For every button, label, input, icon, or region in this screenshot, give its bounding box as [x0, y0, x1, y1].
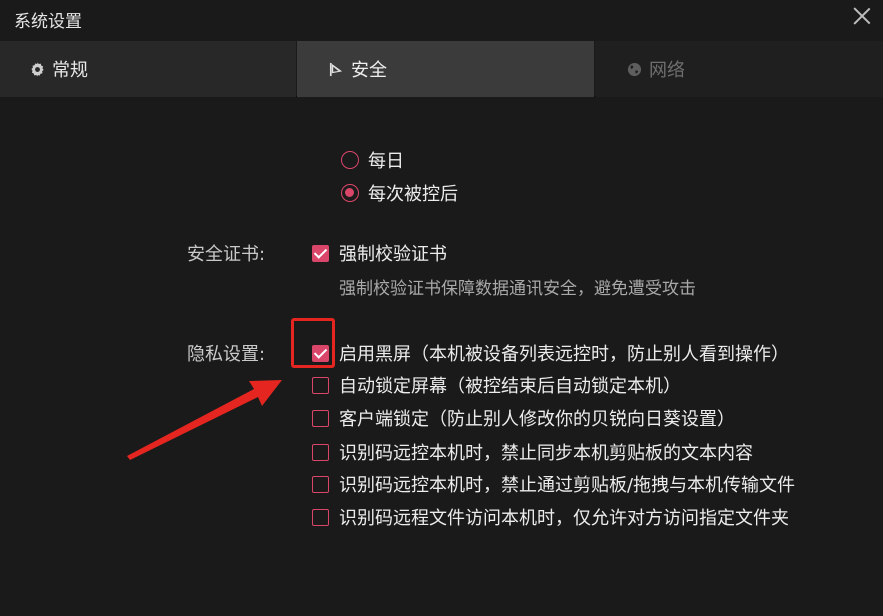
- flag-icon: [328, 61, 344, 77]
- checkbox[interactable]: [312, 409, 329, 427]
- window-title: 系统设置: [14, 12, 82, 32]
- checkbox[interactable]: [312, 244, 329, 262]
- radio-daily[interactable]: 每日: [341, 147, 404, 173]
- close-icon[interactable]: [851, 5, 873, 27]
- checkbox[interactable]: [312, 508, 329, 526]
- settings-window: 系统设置 常规 安全 网络 每日 每次被控后 安全证书: 强制校验证书 强制校验…: [0, 0, 883, 616]
- checkbox-label: 识别码远控本机时，禁止同步本机剪贴板的文本内容: [339, 443, 753, 464]
- checkbox[interactable]: [312, 376, 329, 394]
- privacy-option-auto-lock[interactable]: 自动锁定屏幕（被控结束后自动锁定本机）: [312, 372, 681, 398]
- checkbox-label: 强制校验证书: [339, 244, 447, 265]
- title-bar: 系统设置: [0, 0, 883, 41]
- checkbox-label: 客户端锁定（防止别人修改你的贝锐向日葵设置）: [339, 409, 735, 430]
- radio-after-each-control[interactable]: 每次被控后: [341, 180, 458, 206]
- checkbox-label: 启用黑屏（本机被设备列表远控时，防止别人看到操作）: [339, 344, 789, 365]
- certificate-description: 强制校验证书保障数据通讯安全，避免遭受攻击: [339, 279, 696, 299]
- radio-label: 每日: [368, 151, 404, 172]
- tab-security[interactable]: 安全: [297, 41, 594, 97]
- gear-icon: [29, 61, 45, 77]
- checkbox[interactable]: [312, 475, 329, 493]
- checkbox-label: 识别码远程文件访问本机时，仅允许对方访问指定文件夹: [339, 508, 789, 529]
- tab-bar: 常规 安全 网络: [0, 41, 883, 97]
- tab-general[interactable]: 常规: [0, 41, 296, 97]
- privacy-option-restrict-folder[interactable]: 识别码远程文件访问本机时，仅允许对方访问指定文件夹: [312, 504, 789, 530]
- tab-label: 网络: [649, 60, 685, 81]
- force-verify-certificate-option[interactable]: 强制校验证书: [312, 240, 447, 266]
- tab-label: 安全: [351, 60, 387, 81]
- annotation-highlight-box: [291, 318, 335, 368]
- globe-icon: [626, 61, 642, 77]
- security-certificate-label: 安全证书:: [187, 244, 266, 265]
- tab-network[interactable]: 网络: [595, 41, 883, 97]
- checkbox-label: 识别码远控本机时，禁止通过剪贴板/拖拽与本机传输文件: [339, 475, 796, 496]
- privacy-option-client-lock[interactable]: 客户端锁定（防止别人修改你的贝锐向日葵设置）: [312, 405, 735, 431]
- privacy-option-block-clipboard-text[interactable]: 识别码远控本机时，禁止同步本机剪贴板的文本内容: [312, 439, 753, 465]
- privacy-option-black-screen[interactable]: 启用黑屏（本机被设备列表远控时，防止别人看到操作）: [312, 340, 789, 366]
- radio-label: 每次被控后: [368, 184, 458, 205]
- checkbox[interactable]: [312, 443, 329, 461]
- privacy-option-block-file-transfer[interactable]: 识别码远控本机时，禁止通过剪贴板/拖拽与本机传输文件: [312, 471, 795, 497]
- privacy-settings-label: 隐私设置:: [187, 344, 266, 365]
- radio-button[interactable]: [341, 184, 359, 202]
- checkbox-label: 自动锁定屏幕（被控结束后自动锁定本机）: [339, 376, 681, 397]
- tab-label: 常规: [52, 60, 88, 81]
- radio-button[interactable]: [341, 151, 359, 169]
